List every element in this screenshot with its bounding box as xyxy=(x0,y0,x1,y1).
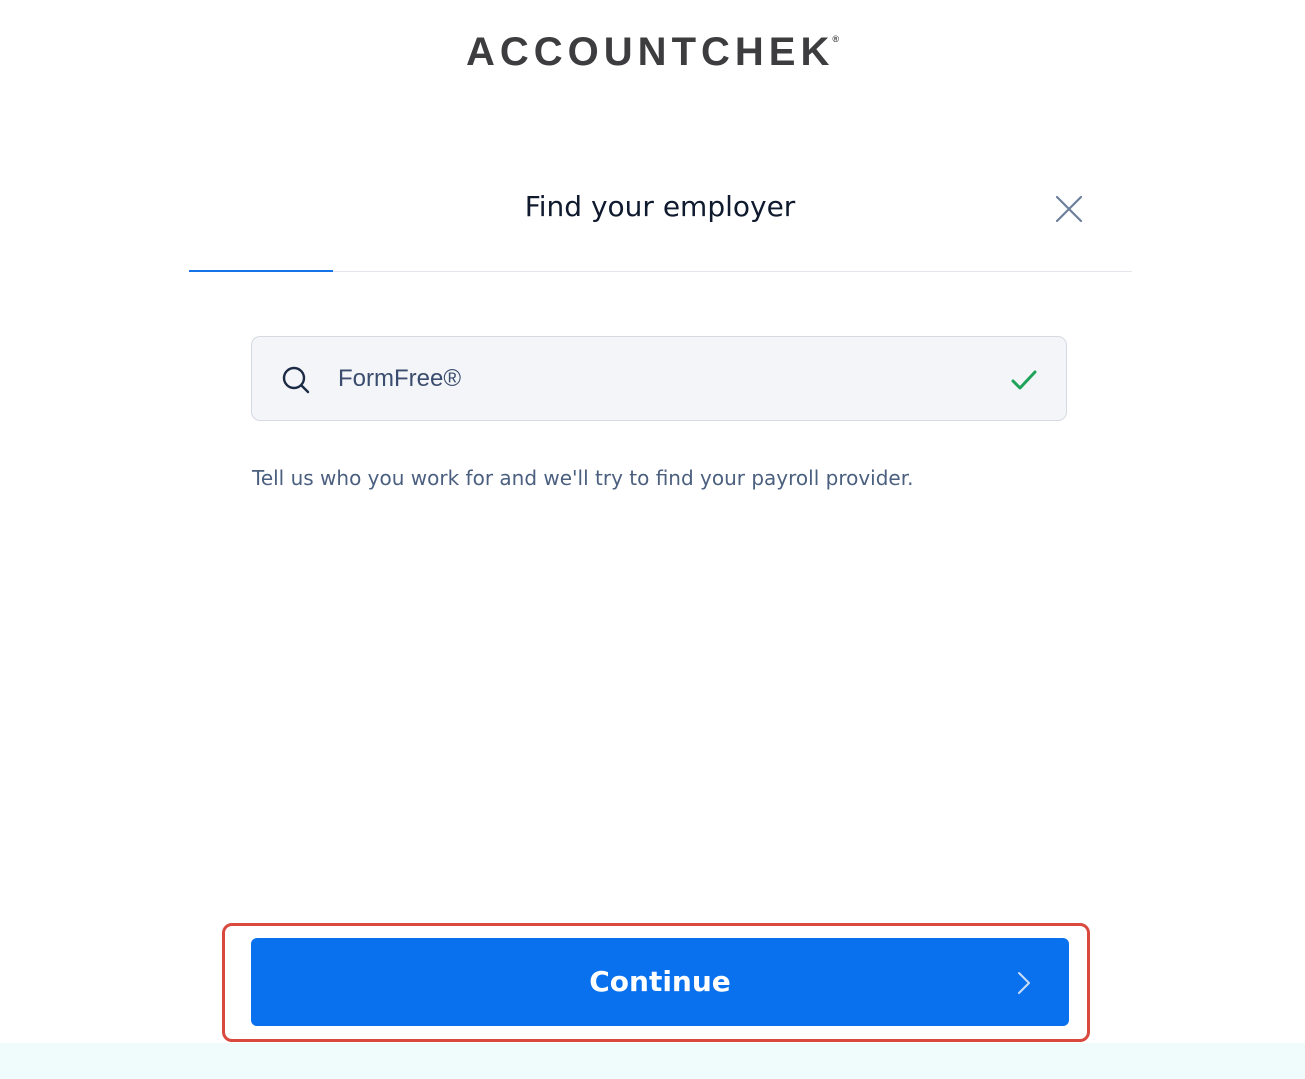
footer-band xyxy=(0,1043,1305,1079)
brand-logo: ACCOUNTCHEK® xyxy=(0,30,1305,75)
close-button[interactable] xyxy=(1052,192,1086,226)
progress-indicator xyxy=(189,270,333,272)
employer-search-input[interactable] xyxy=(338,359,958,399)
chevron-right-icon xyxy=(1018,972,1030,994)
brand-registered-mark: ® xyxy=(832,34,839,44)
continue-button-label: Continue xyxy=(589,965,731,998)
check-icon xyxy=(1011,370,1037,390)
brand-name: ACCOUNTCHEK xyxy=(466,30,835,74)
search-icon xyxy=(282,366,310,394)
close-icon xyxy=(1055,195,1083,223)
page-title: Find your employer xyxy=(524,190,796,223)
employer-search-field[interactable] xyxy=(251,336,1067,421)
helper-text: Tell us who you work for and we'll try t… xyxy=(252,466,914,490)
continue-button[interactable]: Continue xyxy=(251,938,1069,1026)
